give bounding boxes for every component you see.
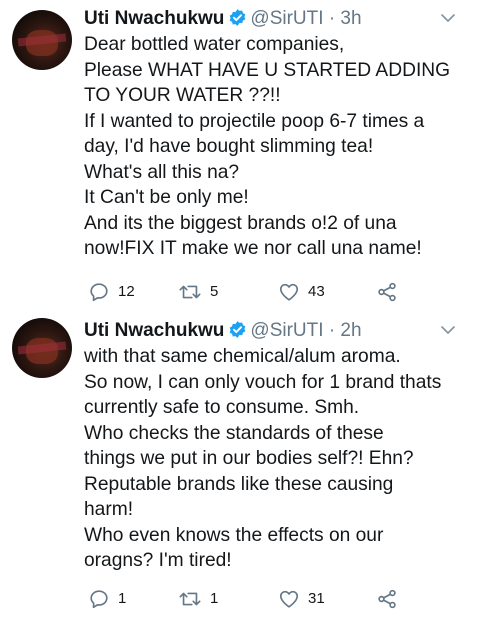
heart-icon — [278, 588, 300, 610]
retweet-button[interactable]: 1 — [178, 588, 218, 610]
author-handle[interactable]: @SirUTI — [250, 8, 323, 29]
tweet-text-line: And its the biggest brands o!2 of una — [84, 212, 397, 234]
author-name[interactable]: Uti Nwachukwu — [84, 320, 224, 341]
tweet-text-line: Who checks the standards of these — [84, 422, 384, 444]
tweet-text-line: Please WHAT HAVE U STARTED ADDING — [84, 59, 451, 81]
like-count: 31 — [308, 590, 325, 607]
tweet-timestamp[interactable]: 2h — [340, 320, 361, 341]
verified-badge-icon — [228, 320, 247, 347]
chevron-down-icon[interactable] — [440, 10, 456, 28]
share-button[interactable] — [376, 588, 398, 610]
reply-count: 12 — [118, 283, 135, 300]
reply-button[interactable]: 1 — [88, 588, 126, 610]
tweet-text: Dear bottled water companies, Please WHA… — [84, 32, 474, 262]
retweet-icon — [178, 588, 202, 610]
tweet-text-line: now!FIX IT make we nor call una name! — [84, 238, 422, 259]
tweet-text-line: currently safe to consume. Smh. — [84, 397, 360, 418]
avatar[interactable] — [12, 318, 72, 378]
verified-badge-icon — [228, 8, 247, 35]
tweet-actions: 12 5 43 — [84, 281, 474, 305]
heart-icon — [278, 281, 300, 303]
like-button[interactable]: 43 — [278, 281, 325, 303]
tweet-text-line: Who even knows the effects on our — [84, 524, 384, 546]
tweet[interactable]: Uti Nwachukwu @SirUTI · 2h with that same… — [0, 312, 479, 617]
tweet[interactable]: Uti Nwachukwu @SirUTI · 3h Dear bottled w… — [0, 0, 479, 312]
tweet-text-line: harm! — [84, 499, 134, 520]
tweet-text-line: things we put in our bodies self?! Ehn? — [84, 448, 414, 469]
retweet-button[interactable]: 5 — [178, 281, 218, 303]
tweet-timestamp[interactable]: 3h — [340, 8, 361, 29]
chevron-down-icon[interactable] — [440, 322, 456, 340]
retweet-icon — [178, 281, 202, 303]
author-handle[interactable]: @SirUTI — [250, 320, 323, 341]
tweet-text-line: Reputable brands like these causing — [84, 473, 394, 495]
tweet-actions: 1 1 31 — [84, 588, 474, 612]
share-icon — [376, 588, 398, 610]
reply-icon — [88, 588, 110, 610]
tweet-text-line: TO YOUR WATER ??!! — [84, 85, 281, 106]
share-icon — [376, 281, 398, 303]
reply-button[interactable]: 12 — [88, 281, 135, 303]
like-count: 43 — [308, 283, 325, 300]
tweet-text: with that same chemical/alum aroma. So n… — [84, 344, 474, 574]
tweet-text-line: Dear bottled water companies, — [84, 34, 345, 55]
separator-dot: · — [328, 8, 336, 29]
tweet-text-line: It Can't be only me! — [84, 187, 249, 208]
tweet-text-line: day, I'd have bought slimming tea! — [84, 136, 374, 157]
tweet-text-line: So now, I can only vouch for 1 brand tha… — [84, 371, 442, 393]
share-button[interactable] — [376, 281, 398, 303]
like-button[interactable]: 31 — [278, 588, 325, 610]
avatar[interactable] — [12, 10, 72, 70]
tweet-text-line: with that same chemical/alum aroma. — [84, 346, 401, 367]
retweet-count: 5 — [210, 283, 219, 300]
tweet-header: Uti Nwachukwu @SirUTI · 3h — [84, 6, 362, 32]
retweet-count: 1 — [210, 590, 219, 607]
tweet-text-line: What's all this na? — [84, 161, 240, 183]
tweet-text-line: oragns? I'm tired! — [84, 550, 232, 571]
separator-dot: · — [328, 320, 336, 341]
reply-count: 1 — [118, 590, 127, 607]
reply-icon — [88, 281, 110, 303]
tweet-header: Uti Nwachukwu @SirUTI · 2h — [84, 318, 362, 344]
author-name[interactable]: Uti Nwachukwu — [84, 8, 224, 29]
tweet-text-line: If I wanted to projectile poop 6-7 times… — [84, 110, 425, 132]
